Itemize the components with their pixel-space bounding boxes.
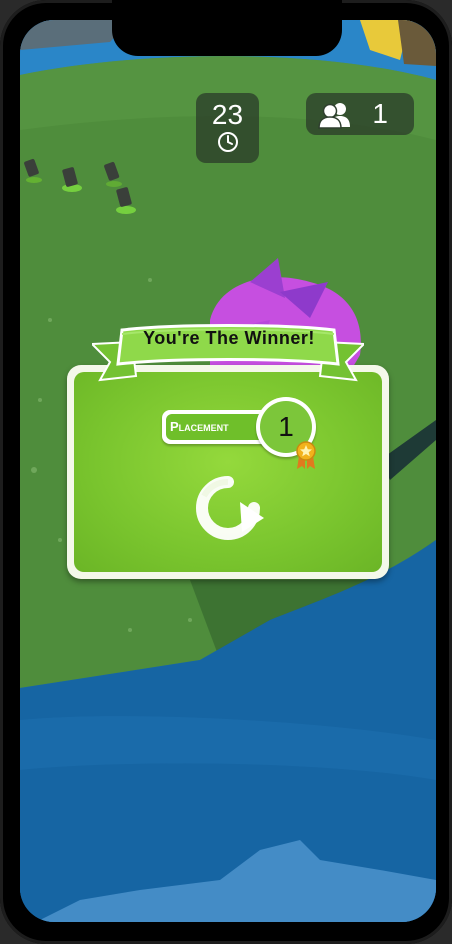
replay-icon [196,476,264,540]
phone-frame: 23 1 You're The Winner! Placement 1 [0,0,452,944]
timer-value: 23 [211,99,244,130]
winner-banner-text: You're The Winner! [143,328,315,348]
phone-notch [112,0,342,56]
players-icon [318,103,350,129]
result-card [67,365,389,579]
players-count: 1 [372,98,388,129]
clock-icon [217,132,238,152]
result-card-panel [74,372,382,572]
replay-button[interactable] [192,474,264,540]
medal-icon [296,441,316,469]
timer-display: 23 [196,93,259,163]
players-counter: 1 [306,93,414,135]
far-fence [398,20,436,66]
placement-label: Placement [166,414,270,440]
